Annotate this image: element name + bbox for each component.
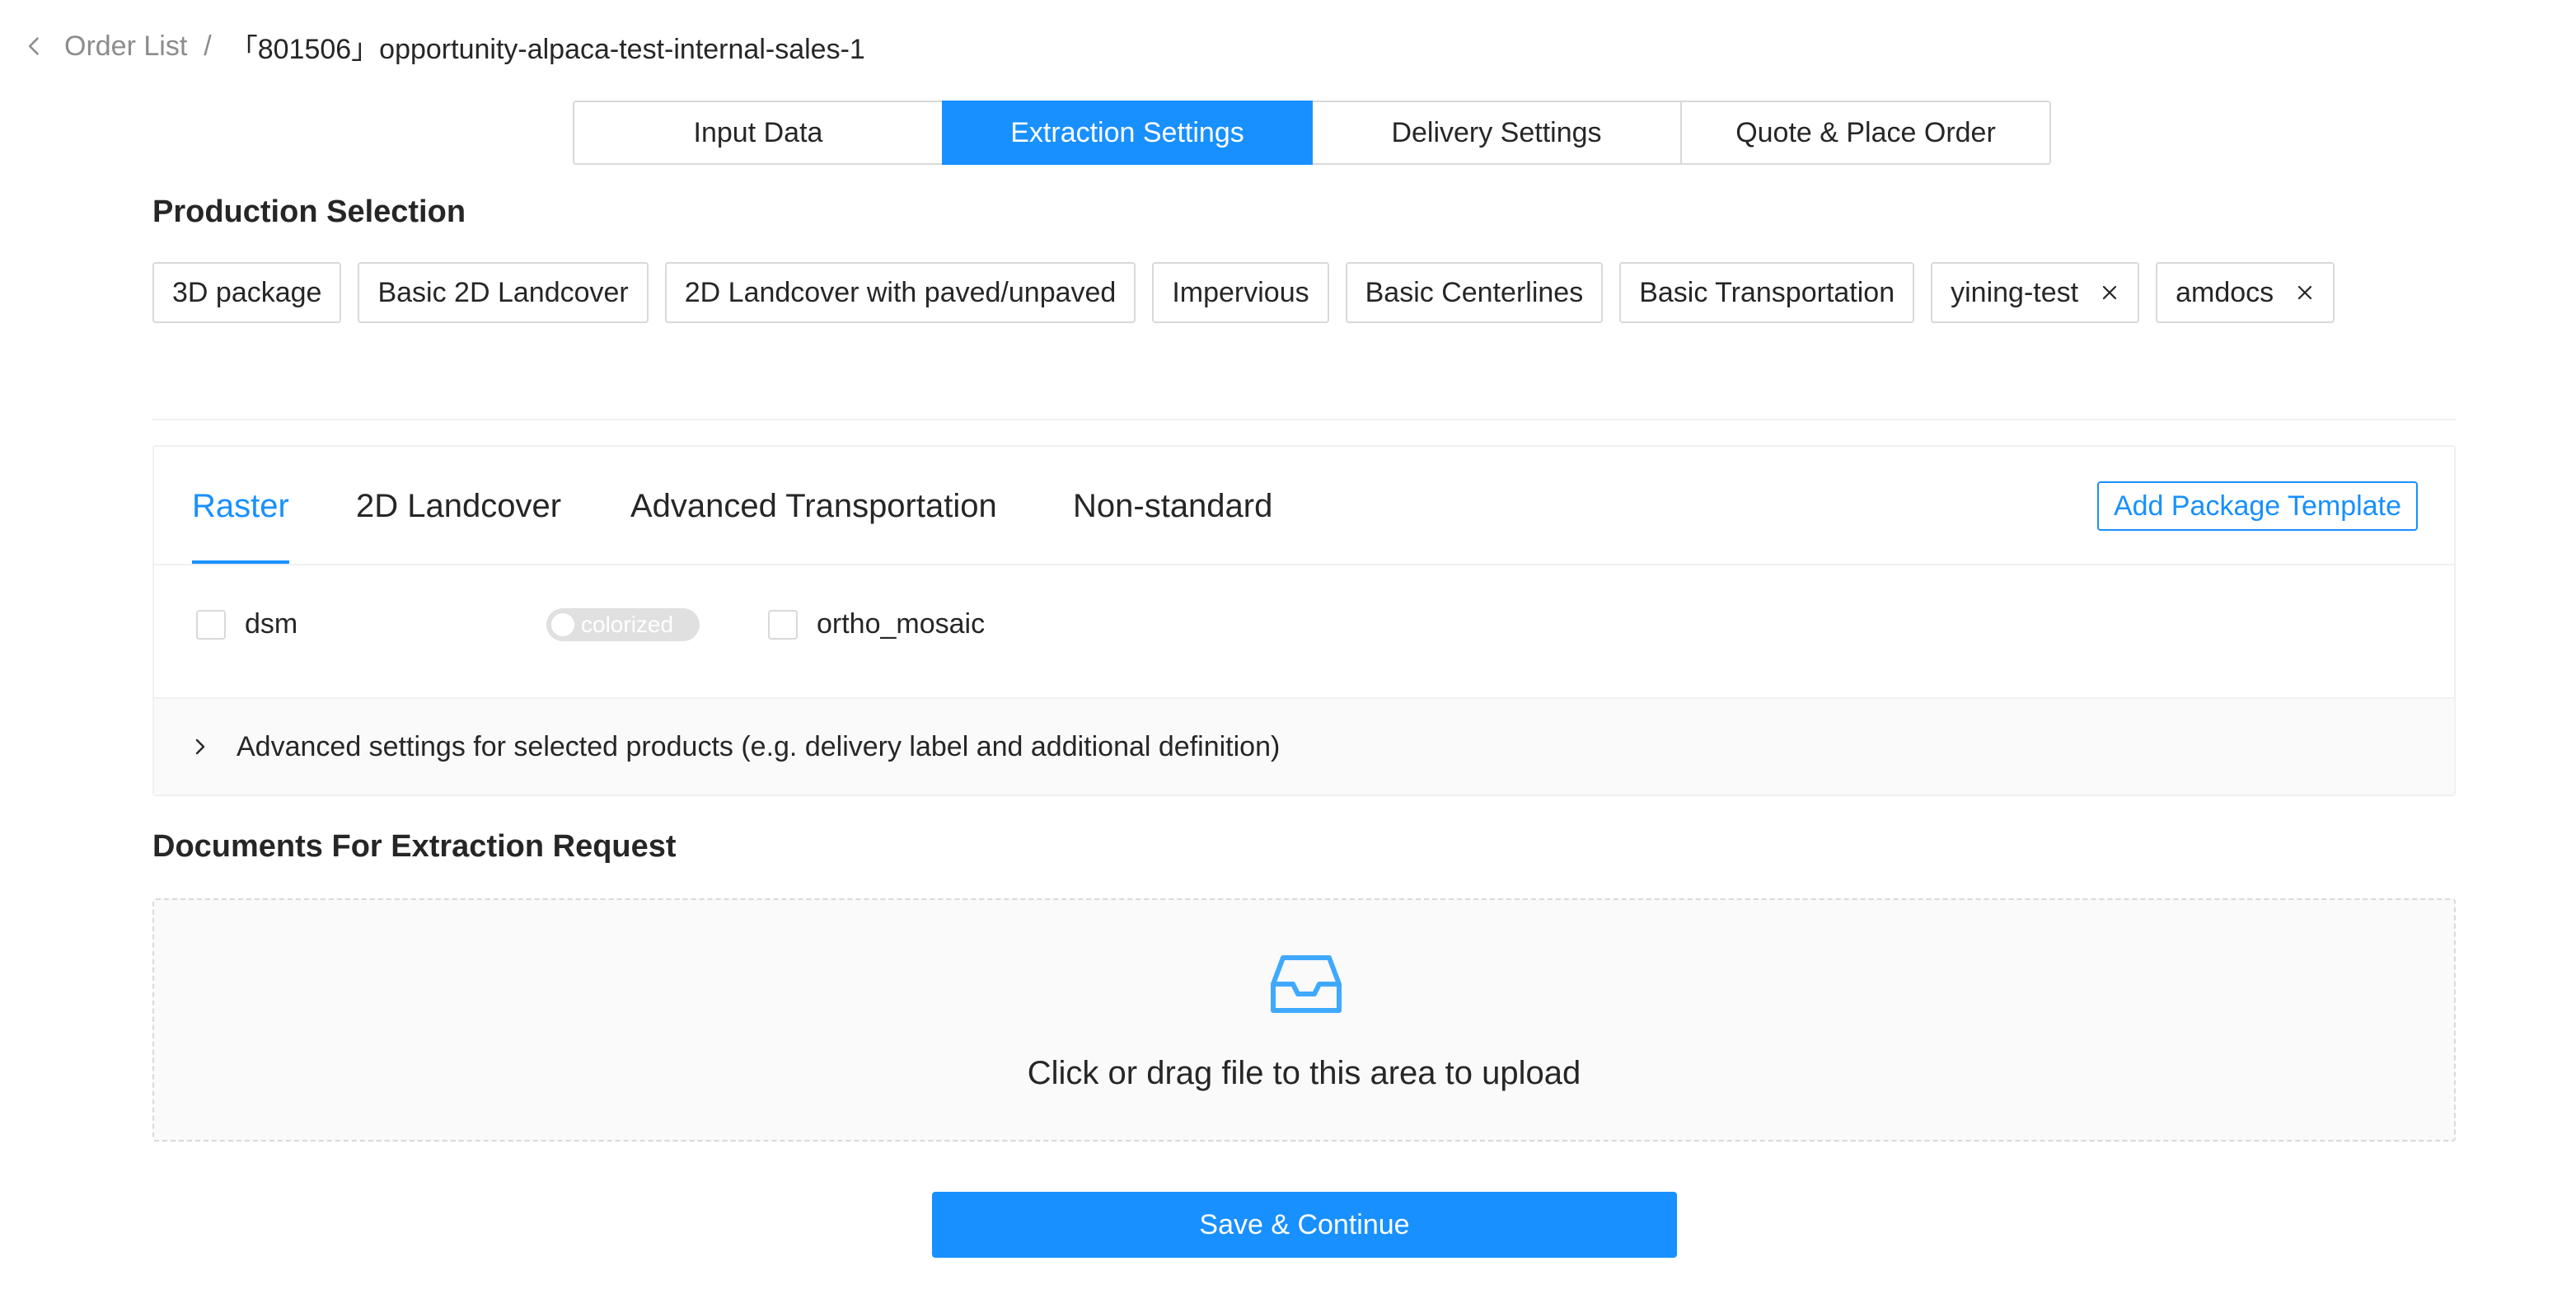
- product-options: dsm colorized ortho_mosaic: [154, 565, 2454, 701]
- breadcrumb-current: 「801506」opportunity-alpaca-test-internal…: [229, 33, 865, 65]
- step-tabs: Input Data Extraction Settings Delivery …: [573, 101, 2051, 166]
- chevron-left-icon: [28, 37, 39, 55]
- step-input-data[interactable]: Input Data: [573, 101, 944, 165]
- tag-label: amdocs: [2176, 276, 2274, 308]
- tab-2d-landcover[interactable]: 2D Landcover: [356, 447, 561, 565]
- tag-amdocs[interactable]: amdocs: [2156, 262, 2335, 323]
- tag-label: 2D Landcover with paved/unpaved: [684, 276, 1117, 308]
- tag-label: 3D package: [172, 276, 322, 308]
- tag-3d-package[interactable]: 3D package: [152, 262, 342, 323]
- add-package-template-button[interactable]: Add Package Template: [2096, 481, 2418, 531]
- breadcrumb-back-label: Order List: [64, 30, 188, 62]
- close-icon[interactable]: [2295, 283, 2315, 302]
- tag-label: Impervious: [1172, 276, 1309, 308]
- inbox-icon: [1271, 955, 1342, 1013]
- tag-label: Basic 2D Landcover: [377, 276, 629, 308]
- breadcrumb-separator: /: [204, 30, 212, 62]
- ortho-mosaic-label: ortho_mosaic: [817, 608, 986, 640]
- dsm-label: dsm: [245, 608, 298, 640]
- extraction-settings-page: Order List / 「801506」opportunity-alpaca-…: [0, 0, 2576, 1294]
- step-delivery-settings[interactable]: Delivery Settings: [1311, 101, 1682, 165]
- tab-raster[interactable]: Raster: [192, 447, 289, 565]
- file-upload-dropzone[interactable]: Click or drag file to this area to uploa…: [152, 898, 2456, 1142]
- tag-label: Basic Transportation: [1639, 276, 1895, 308]
- step-quote-place-order[interactable]: Quote & Place Order: [1680, 101, 2051, 165]
- tag-basic-transportation[interactable]: Basic Transportation: [1619, 262, 1915, 323]
- switch-knob: [551, 613, 574, 636]
- upload-text: Click or drag file to this area to uploa…: [1027, 1055, 1581, 1091]
- tab-non-standard[interactable]: Non-standard: [1073, 447, 1272, 565]
- tag-2d-landcover-paved[interactable]: 2D Landcover with paved/unpaved: [664, 262, 1136, 323]
- colorized-label: colorized: [581, 612, 674, 637]
- section-divider: [152, 419, 2456, 420]
- chevron-right-icon: [195, 738, 205, 755]
- save-continue-button[interactable]: Save & Continue: [932, 1192, 1677, 1258]
- ortho-mosaic-checkbox[interactable]: [768, 610, 798, 640]
- active-tab-indicator: [192, 560, 289, 564]
- advanced-settings-collapse[interactable]: Advanced settings for selected products …: [154, 697, 2454, 795]
- tag-yining-test[interactable]: yining-test: [1931, 262, 2140, 323]
- product-tabs: Raster 2D Landcover Advanced Transportat…: [154, 447, 2454, 565]
- breadcrumb: Order List / 「801506」opportunity-alpaca-…: [23, 25, 865, 68]
- breadcrumb-back-link[interactable]: Order List: [23, 30, 187, 63]
- production-tags: 3D package Basic 2D Landcover 2D Landcov…: [152, 262, 2460, 323]
- documents-title: Documents For Extraction Request: [152, 829, 677, 864]
- production-selection-title: Production Selection: [152, 195, 466, 229]
- advanced-settings-label: Advanced settings for selected products …: [237, 730, 1281, 762]
- tag-basic-centerlines[interactable]: Basic Centerlines: [1345, 262, 1604, 323]
- tag-impervious[interactable]: Impervious: [1152, 262, 1329, 323]
- close-icon[interactable]: [2100, 283, 2119, 302]
- colorized-switch[interactable]: colorized: [546, 608, 700, 641]
- tag-basic-2d-landcover[interactable]: Basic 2D Landcover: [358, 262, 649, 323]
- tag-label: yining-test: [1951, 276, 2079, 308]
- product-card: Raster 2D Landcover Advanced Transportat…: [152, 445, 2456, 796]
- tab-advanced-transportation[interactable]: Advanced Transportation: [630, 447, 997, 565]
- tag-label: Basic Centerlines: [1365, 276, 1584, 308]
- step-extraction-settings[interactable]: Extraction Settings: [942, 101, 1313, 165]
- dsm-checkbox[interactable]: [196, 610, 226, 640]
